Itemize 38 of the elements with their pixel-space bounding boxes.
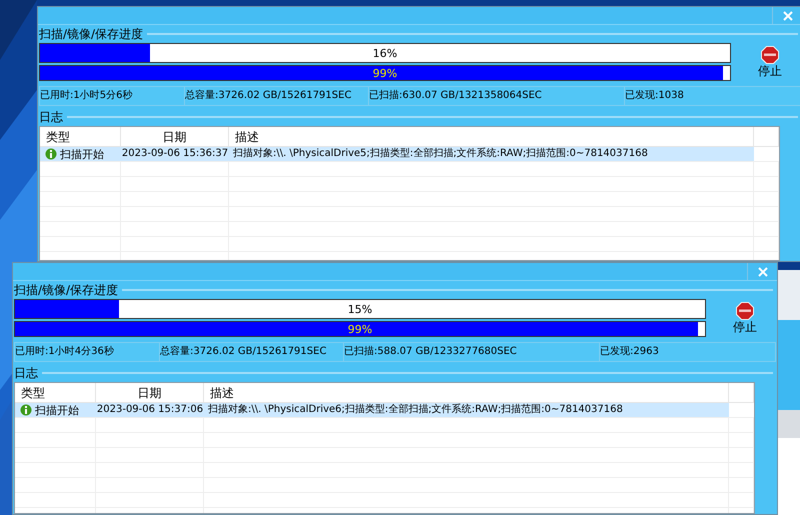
group-label: 日志 (14, 367, 38, 379)
group-label: 日志 (39, 111, 63, 123)
stat-text: 已发现:1038 (625, 91, 684, 101)
log-date: 2023-09-06 15:37:06 (96, 405, 204, 415)
close-icon (758, 266, 768, 276)
info-icon (45, 148, 57, 160)
log-description: 扫描对象:\\. \PhysicalDrive6;扫描类型:全部扫描;文件系统:RAW;扫描范围:0~7814037168 (208, 405, 623, 415)
progress-percent: 15% (348, 304, 372, 314)
column-header[interactable]: 日期 (162, 130, 186, 142)
stat-text: 已扫描:588.07 GB/1233277680SEC (344, 347, 517, 357)
column-header[interactable]: 描述 (235, 130, 259, 142)
stat-text: 已用时:1小时4分36秒 (15, 347, 114, 357)
stat-text: 已扫描:630.07 GB/1321358064SEC (369, 91, 542, 101)
info-icon (20, 404, 32, 416)
log-type: 扫描开始 (35, 404, 79, 416)
progress-percent: 99% (372, 68, 398, 78)
column-header[interactable]: 类型 (46, 130, 70, 142)
progress-percent: 16% (372, 48, 398, 58)
log-type: 扫描开始 (60, 148, 104, 160)
group-label: 扫描/镜像/保存进度 (14, 284, 118, 296)
column-header[interactable]: 描述 (210, 386, 234, 398)
log-description: 扫描对象:\\. \PhysicalDrive5;扫描类型:全部扫描;文件系统:RAW;扫描范围:0~7814037168 (233, 149, 648, 159)
progress-percent: 99% (348, 324, 372, 334)
stop-button[interactable]: 停止 (730, 299, 760, 335)
group-label: 扫描/镜像/保存进度 (39, 28, 144, 40)
stop-button[interactable]: 停止 (755, 43, 785, 79)
log-row[interactable]: 扫描开始 2023-09-06 15:37:06 扫描对象:\\. \PhysicalDrive6;扫描类型:全部扫描;文件系统:RAW;扫描范围:0~7814037168 (15, 403, 729, 417)
stat-text: 总容量:3726.02 GB/15261791SEC (160, 347, 326, 357)
stat-text: 已用时:1小时5分6秒 (40, 91, 132, 101)
stop-sign-icon (736, 302, 754, 320)
stop-sign-icon (761, 46, 779, 64)
log-date: 2023-09-06 15:36:37 (122, 149, 228, 159)
stat-text: 已发现:2963 (600, 347, 659, 357)
column-header[interactable]: 日期 (138, 386, 162, 398)
log-row[interactable]: 扫描开始 2023-09-06 15:36:37 扫描对象:\\. \PhysicalDrive5;扫描类型:全部扫描;文件系统:RAW;扫描范围:0~7814037168 (40, 147, 754, 161)
close-icon (782, 10, 792, 20)
column-header[interactable]: 类型 (21, 386, 45, 398)
stat-text: 总容量:3726.02 GB/15261791SEC (185, 91, 352, 101)
